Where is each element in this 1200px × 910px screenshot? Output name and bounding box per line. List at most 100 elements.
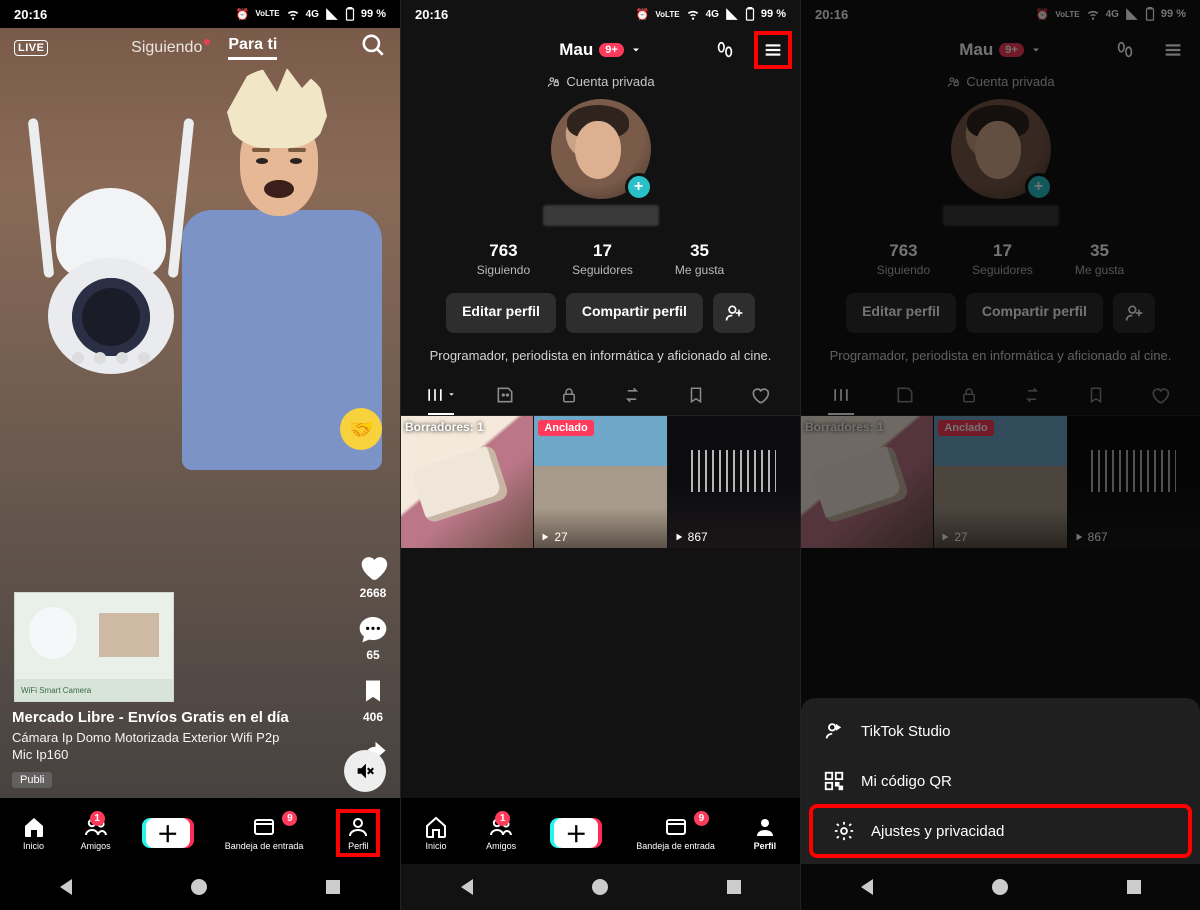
tab-following[interactable]: Siguiendo (131, 39, 210, 57)
nav-recent-icon[interactable] (727, 880, 741, 894)
footprint-icon[interactable] (1108, 33, 1142, 67)
status-bar: 20:16 ⏰ VoLTE 4G 99 % (801, 0, 1200, 28)
nav-recent-icon[interactable] (326, 880, 340, 894)
tab-profile[interactable]: Perfil (753, 815, 777, 851)
signal-icon (325, 7, 339, 21)
tab-home[interactable]: Inicio (22, 815, 46, 851)
tab-home[interactable]: Inicio (424, 815, 448, 851)
profile-name[interactable]: Mau (559, 40, 593, 60)
network-icon: 4G (306, 9, 319, 20)
profile-icon (346, 815, 370, 839)
grid-item-drafts[interactable]: Borradores: 1 (401, 416, 533, 548)
profile-badge: 9+ (599, 43, 624, 57)
tab-friends[interactable]: 1 Amigos (81, 815, 111, 851)
grid-item-video-1[interactable]: Anclado 27 (534, 416, 666, 548)
caption-line1: Cámara Ip Domo Motorizada Exterior Wifi … (12, 730, 320, 747)
phone-profile-sheet: 20:16 ⏰ VoLTE 4G 99 % Mau9+ Cuenta priva… (800, 0, 1200, 910)
comment-button[interactable]: 65 (356, 612, 390, 662)
chevron-down-icon (447, 390, 456, 399)
like-button[interactable]: 2668 (356, 550, 390, 600)
tab-foryou[interactable]: Para ti (228, 36, 277, 60)
home-icon (424, 815, 448, 839)
home-icon (22, 815, 46, 839)
add-friend-button[interactable] (713, 293, 755, 333)
grid-item-video-2[interactable]: 867 (668, 416, 800, 548)
alarm-icon: ⏰ (1036, 8, 1050, 21)
bottom-tabbar: Inicio 1 Amigos ＋ 9 Bandeja de entrada P… (0, 798, 400, 864)
android-nav (401, 864, 800, 910)
tab-grid[interactable] (409, 375, 473, 415)
android-nav (801, 864, 1200, 910)
stat-followers[interactable]: 17Seguidores (572, 241, 633, 277)
search-icon[interactable] (360, 32, 386, 63)
phone-profile: 20:16 ⏰ VoLTE 4G 99 % Mau 9+ Cuenta priv… (400, 0, 800, 910)
nav-back-icon[interactable] (60, 879, 72, 895)
caption-line2: Mic Ip160 (12, 747, 320, 764)
sheet-settings-privacy[interactable]: Ajustes y privacidad (811, 806, 1190, 856)
sponsored-tag: Publi (12, 772, 52, 788)
footprint-icon[interactable] (708, 33, 742, 67)
feed-video[interactable]: WiFi Smart Camera 🤝 LIVE Siguiendo Para … (0, 28, 400, 798)
stat-following[interactable]: 763Siguiendo (477, 241, 530, 277)
bottom-tabbar: Inicio 1Amigos ＋ 9Bandeja de entrada Per… (401, 798, 800, 864)
grid-icon (425, 385, 445, 405)
heart-icon (356, 550, 390, 584)
profile-stats: 763Siguiendo 17Seguidores 35Me gusta (401, 241, 800, 277)
status-bar: 20:16 ⏰ VoLTE 4G 99 % (0, 0, 400, 28)
tab-inbox[interactable]: 9Bandeja de entrada (636, 815, 715, 851)
tab-inbox[interactable]: 9 Bandeja de entrada (225, 815, 304, 851)
create-button[interactable]: ＋ (146, 818, 190, 848)
tab-stickers[interactable] (473, 375, 537, 415)
nav-home-icon[interactable] (992, 879, 1008, 895)
tab-reposts[interactable] (600, 375, 664, 415)
nav-recent-icon[interactable] (1127, 880, 1141, 894)
sheet-qr[interactable]: Mi código QR (801, 756, 1200, 806)
bookmark-icon (356, 674, 390, 708)
profile-bio: Programador, periodista en informática y… (401, 333, 800, 375)
feed-top-nav: LIVE Siguiendo Para ti (0, 32, 400, 63)
inbox-badge: 9 (282, 811, 297, 826)
wifi-icon (686, 7, 700, 21)
alarm-icon: ⏰ (636, 8, 650, 21)
battery-icon (745, 7, 755, 21)
tab-saved[interactable] (664, 375, 728, 415)
nav-home-icon[interactable] (592, 879, 608, 895)
repost-icon (622, 385, 642, 405)
android-nav (0, 864, 400, 910)
nav-back-icon[interactable] (861, 879, 873, 895)
share-profile-button[interactable]: Compartir perfil (566, 293, 703, 333)
nav-back-icon[interactable] (461, 879, 473, 895)
edit-profile-button[interactable]: Editar perfil (446, 293, 556, 333)
tab-friends[interactable]: 1Amigos (486, 815, 516, 851)
save-button[interactable]: 406 (356, 674, 390, 724)
sticker-icon (495, 385, 515, 405)
avatar-add-icon[interactable]: + (625, 173, 653, 201)
create-button[interactable]: ＋ (554, 818, 598, 848)
avatar[interactable]: + (401, 99, 800, 199)
hamburger-menu-icon[interactable] (756, 33, 790, 67)
tab-profile[interactable]: Perfil (338, 811, 378, 855)
live-icon[interactable]: LIVE (14, 40, 48, 56)
stat-likes[interactable]: 35Me gusta (675, 241, 724, 277)
phone-feed: 20:16 ⏰ VoLTE 4G 99 % WiFi Smart Camera … (0, 0, 400, 910)
tab-liked[interactable] (728, 375, 792, 415)
hamburger-menu-icon[interactable] (1156, 33, 1190, 67)
play-icon (540, 532, 550, 542)
promo-badge-icon: 🤝 (340, 408, 382, 450)
private-account-label: Cuenta privada (401, 74, 800, 89)
sheet-tiktok-studio[interactable]: TikTok Studio (801, 706, 1200, 756)
pinned-badge: Anclado (538, 420, 593, 436)
profile-buttons: Editar perfil Compartir perfil (401, 293, 800, 333)
friends-badge: 1 (90, 811, 105, 826)
feed-camera-illustration (26, 188, 196, 378)
battery-icon (1145, 7, 1155, 21)
chevron-down-icon[interactable] (630, 44, 642, 56)
tab-private[interactable] (537, 375, 601, 415)
volte-icon: VoLTE (255, 10, 279, 18)
mute-button[interactable] (344, 750, 386, 792)
comment-icon (356, 612, 390, 646)
profile-icon (753, 815, 777, 839)
nav-home-icon[interactable] (191, 879, 207, 895)
battery-text: 99 % (361, 8, 386, 20)
mute-icon (354, 760, 376, 782)
